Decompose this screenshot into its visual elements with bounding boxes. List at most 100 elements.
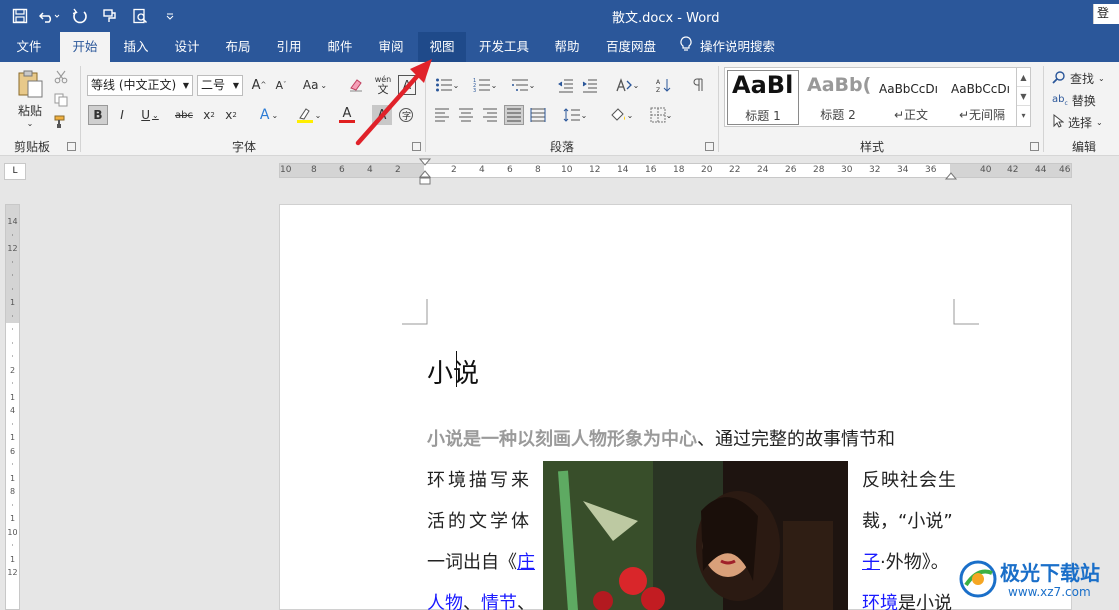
style-heading-2[interactable]: AaBb( 标题 2: [803, 70, 873, 125]
editing-group-label: 编辑: [1072, 140, 1097, 154]
align-center-icon[interactable]: [456, 105, 476, 125]
show-hide-marks-icon[interactable]: [688, 75, 708, 95]
borders-icon[interactable]: ⌄: [646, 105, 676, 125]
strikethrough-button[interactable]: abc: [172, 105, 196, 125]
line-spacing-icon[interactable]: ⌄: [560, 105, 590, 125]
text-effects-icon[interactable]: A ⌄: [254, 105, 284, 125]
font-size-combo[interactable]: 二号 ▼: [197, 75, 243, 96]
justify-icon[interactable]: [504, 105, 524, 125]
style-name: ↵无间隔: [958, 108, 1006, 122]
chevron-up-icon[interactable]: ▲: [1017, 68, 1030, 87]
numbering-icon[interactable]: 1 2 3 ⌄: [470, 75, 500, 95]
subscript-button[interactable]: x2: [200, 105, 218, 125]
inline-photo[interactable]: [543, 461, 848, 610]
redo-icon[interactable]: [68, 4, 92, 28]
multilevel-list-icon[interactable]: ⌄: [508, 75, 538, 95]
tab-references[interactable]: 引用: [265, 32, 313, 62]
paste-chevron-icon[interactable]: ⌄: [22, 118, 38, 128]
ruler-number: 18: [673, 165, 685, 175]
align-right-icon[interactable]: [480, 105, 500, 125]
print-preview-icon[interactable]: [128, 4, 152, 28]
paragraph-line-2-right[interactable]: 反映社会生: [862, 460, 957, 501]
ribbon-tabs: 文件 开始 插入 设计 布局 引用 邮件 审阅 视图 开发工具 帮助 百度网盘 …: [0, 32, 1119, 62]
style-heading-1[interactable]: AaBl 标题 1: [727, 70, 799, 125]
replace-button[interactable]: abc 替换: [1052, 90, 1118, 110]
cut-icon[interactable]: [52, 68, 70, 86]
tab-selector-button[interactable]: L: [4, 163, 26, 180]
copy-icon[interactable]: [52, 91, 70, 109]
tab-help[interactable]: 帮助: [542, 32, 592, 62]
paragraph-line-3-left[interactable]: 活的文学体: [427, 501, 532, 542]
ruler-number: 2: [9, 365, 16, 375]
document-page[interactable]: 小说 小说是一种以刻画人物形象为中心、通过完整的故事情节和 环境描写来 反映社会…: [279, 204, 1072, 610]
cursor-icon: [1052, 113, 1065, 131]
font-size-value: 二号: [201, 78, 226, 92]
undo-icon[interactable]: [38, 4, 62, 28]
gallery-scroll[interactable]: ▲ ▼ ▾: [1016, 68, 1030, 126]
login-button[interactable]: 登: [1093, 4, 1119, 24]
font-name-combo[interactable]: 等线 (中文正文) ▼: [87, 75, 193, 96]
style-normal[interactable]: AaBbCcDı ↵正文: [875, 70, 947, 125]
paste-icon[interactable]: [12, 68, 48, 100]
clipboard-dialog-launcher-icon[interactable]: [67, 142, 76, 151]
paragraph-line-5-right[interactable]: 环境是小说: [862, 583, 952, 610]
shrink-font-icon[interactable]: Aˇ: [272, 75, 290, 95]
hyperlink[interactable]: 环境: [862, 593, 898, 610]
superscript-button[interactable]: x2: [222, 105, 240, 125]
format-painter-icon[interactable]: [52, 113, 70, 131]
save-icon[interactable]: [8, 4, 32, 28]
crop-mark-left: [402, 299, 428, 325]
bold-button[interactable]: B: [88, 105, 108, 125]
hyperlink[interactable]: 子: [862, 552, 880, 573]
customize-qat-icon[interactable]: [158, 4, 182, 28]
vertical-ruler-numbers: 14 · 12 · · · 1 · · · · 2 · 1 4 · 1 6 · 1 8 ·…: [6, 215, 19, 580]
paragraph-line-3-right[interactable]: 裁，“小说”: [862, 501, 953, 542]
highlight-color-icon[interactable]: ⌄: [292, 105, 324, 125]
chevron-down-icon[interactable]: ▼: [1017, 87, 1030, 106]
hyperlink[interactable]: 人物: [427, 593, 463, 610]
shading-icon[interactable]: ⌄: [604, 105, 638, 125]
tab-baidu-netdisk[interactable]: 百度网盘: [596, 32, 666, 62]
tab-home[interactable]: 开始: [60, 32, 110, 62]
styles-dialog-launcher-icon[interactable]: [1030, 142, 1039, 151]
indent-marker-icon[interactable]: [419, 158, 431, 186]
grow-font-icon[interactable]: A ^: [250, 75, 268, 95]
paragraph-line-1[interactable]: 小说是一种以刻画人物形象为中心、通过完整的故事情节和: [427, 419, 895, 460]
paragraph-line-2-left[interactable]: 环境描写来: [427, 460, 532, 501]
paragraph-line-4-right[interactable]: 子·外物》。: [862, 542, 949, 583]
paragraph-dialog-launcher-icon[interactable]: [705, 142, 714, 151]
chinese-layout-icon[interactable]: ⌄: [610, 75, 644, 95]
paragraph-line-4-left[interactable]: 一词出自《庄: [427, 542, 535, 583]
document-title[interactable]: 小说: [427, 353, 479, 390]
hyperlink[interactable]: 情节: [481, 593, 517, 610]
paragraph-line-5-left[interactable]: 人物、情节、: [427, 583, 535, 610]
hyperlink[interactable]: 庄: [517, 552, 535, 573]
find-button[interactable]: 查找 ⌄: [1052, 68, 1118, 88]
decrease-indent-icon[interactable]: [556, 75, 576, 95]
tab-layout[interactable]: 布局: [214, 32, 262, 62]
vertical-ruler[interactable]: 14 · 12 · · · 1 · · · · 2 · 1 4 · 1 6 · 1 8 ·…: [5, 204, 20, 610]
tab-file[interactable]: 文件: [4, 32, 54, 62]
change-case-button[interactable]: Aa ⌄: [300, 75, 330, 95]
style-no-spacing[interactable]: AaBbCcDı ↵无间隔: [947, 70, 1017, 125]
sort-icon[interactable]: AZ: [654, 75, 674, 95]
ruler-number: 6: [339, 165, 345, 175]
tell-me-search[interactable]: 操作说明搜索: [680, 32, 790, 62]
format-painter-qat-icon[interactable]: [98, 4, 122, 28]
italic-button[interactable]: I: [112, 105, 132, 125]
tab-insert[interactable]: 插入: [112, 32, 160, 62]
increase-indent-icon[interactable]: [580, 75, 600, 95]
underline-button[interactable]: U ⌄: [136, 105, 164, 125]
distributed-icon[interactable]: [528, 105, 548, 125]
annotation-arrow: [355, 59, 432, 146]
group-separator: [718, 66, 719, 152]
ruler-number: 10: [561, 165, 573, 175]
ruler-number: 14: [7, 217, 18, 226]
tab-design[interactable]: 设计: [163, 32, 211, 62]
ruler-number: 1: [9, 473, 16, 483]
right-indent-marker-icon[interactable]: [945, 171, 957, 181]
paste-label[interactable]: 粘贴: [12, 102, 48, 118]
select-button[interactable]: 选择 ⌄: [1052, 112, 1118, 132]
tab-developer[interactable]: 开发工具: [470, 32, 538, 62]
more-styles-icon[interactable]: ▾: [1017, 106, 1030, 125]
